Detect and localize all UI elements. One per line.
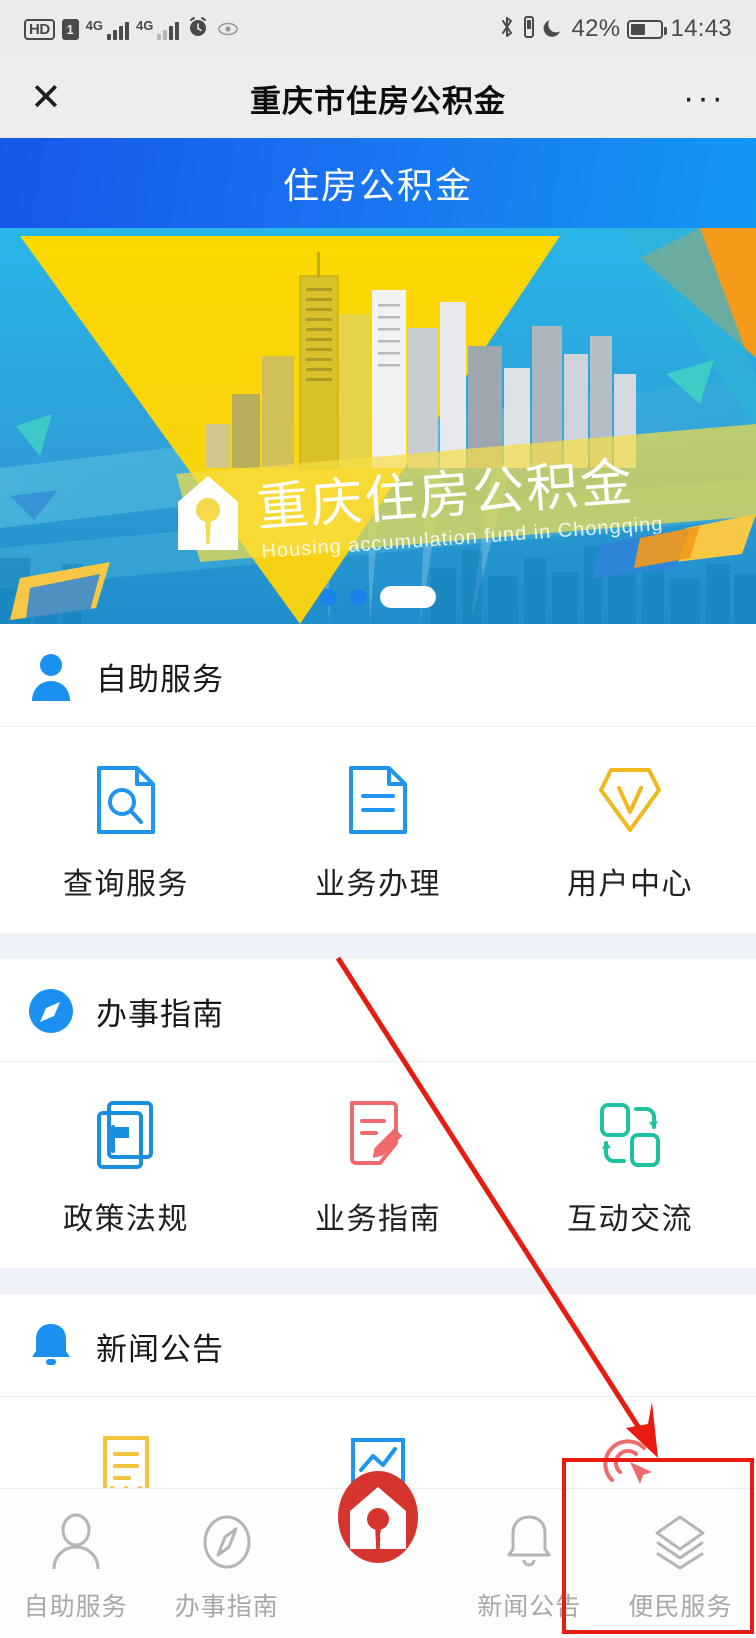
signal-1-icon: 4G xyxy=(85,18,130,40)
tile-label: 业务指南 xyxy=(315,1203,441,1236)
close-icon[interactable]: ✕ xyxy=(30,79,62,117)
carousel-dot-3-active[interactable] xyxy=(380,586,436,608)
tab-self-service[interactable]: 自助服务 xyxy=(0,1507,151,1623)
more-options-icon[interactable]: ··· xyxy=(683,81,726,115)
tile-label: 查询服务 xyxy=(63,868,189,901)
house-key-logo-icon xyxy=(324,1463,432,1571)
bell-icon xyxy=(28,1320,74,1372)
page-title: 重庆市住房公积金 xyxy=(250,83,506,119)
status-bar: HD 1 4G 4G 42% 14:43 xyxy=(0,0,756,58)
tab-news[interactable]: 新闻公告 xyxy=(454,1507,605,1623)
bluetooth-icon xyxy=(499,15,515,43)
bottom-tab-bar: 自助服务 办事指南 新闻公告 便民服务 xyxy=(0,1471,756,1638)
tab-label: 办事指南 xyxy=(174,1593,279,1621)
tab-label: 自助服务 xyxy=(23,1593,128,1621)
section-header-guide[interactable]: 办事指南 xyxy=(0,959,756,1062)
document-pen-icon xyxy=(339,1096,417,1174)
hd-icon: HD xyxy=(24,18,55,40)
tile-row-self-service: 查询服务 业务办理 用户中心 xyxy=(0,727,756,933)
battery-percent-label: 42% xyxy=(571,15,621,42)
carousel-dots[interactable] xyxy=(0,586,756,608)
section-title: 办事指南 xyxy=(96,996,224,1032)
tab-home-logo[interactable] xyxy=(302,1463,453,1581)
tile-policy-regulations[interactable]: 政策法规 xyxy=(0,1096,252,1238)
layers-stack-icon xyxy=(649,1507,711,1577)
battery-icon xyxy=(627,19,668,39)
tab-label: 新闻公告 xyxy=(477,1593,582,1621)
app-screen: HD 1 4G 4G 42% 14:43 ✕ 重庆市住房公积金 ··· 住房公积… xyxy=(0,0,756,1638)
policy-flag-book-icon xyxy=(87,1096,165,1174)
tile-query-service[interactable]: 查询服务 xyxy=(0,761,252,903)
exchange-squares-icon xyxy=(591,1096,669,1174)
person-icon xyxy=(28,650,74,702)
tab-label: 便民服务 xyxy=(628,1593,733,1621)
title-bar: ✕ 重庆市住房公积金 ··· xyxy=(0,58,756,138)
bell-outline-icon xyxy=(498,1507,560,1577)
tab-guide[interactable]: 办事指南 xyxy=(151,1507,302,1623)
document-lines-icon xyxy=(339,761,417,839)
do-not-disturb-moon-icon xyxy=(543,15,565,43)
section-title: 新闻公告 xyxy=(96,1331,224,1367)
tile-business-handling[interactable]: 业务办理 xyxy=(252,761,504,903)
section-divider xyxy=(0,1268,756,1294)
status-bar-left: HD 1 4G 4G xyxy=(24,15,239,43)
network-type-1-label: 4G xyxy=(85,18,104,33)
compass-icon xyxy=(28,985,74,1037)
tab-convenience-service[interactable]: 便民服务 xyxy=(605,1507,756,1623)
tile-interaction[interactable]: 互动交流 xyxy=(504,1096,756,1238)
clock-label: 14:43 xyxy=(670,15,732,42)
sim-card-icon: 1 xyxy=(61,18,79,40)
tile-label: 业务办理 xyxy=(315,868,441,901)
hero-carousel[interactable]: 重庆住房公积金 Housing accumulation fund in Cho… xyxy=(0,228,756,624)
tile-label: 政策法规 xyxy=(63,1203,189,1236)
compass-outline-icon xyxy=(196,1507,258,1577)
status-bar-right: 42% 14:43 xyxy=(499,15,733,43)
tile-business-guide[interactable]: 业务指南 xyxy=(252,1096,504,1238)
section-header-news[interactable]: 新闻公告 xyxy=(0,1294,756,1397)
hero-image: 重庆住房公积金 Housing accumulation fund in Cho… xyxy=(0,228,756,624)
app-banner: 住房公积金 xyxy=(0,138,756,228)
carousel-dot-1[interactable] xyxy=(320,588,337,606)
person-outline-icon xyxy=(45,1507,107,1577)
section-guide: 办事指南 政策法规 业务指南 互动交流 xyxy=(0,959,756,1268)
section-divider xyxy=(0,933,756,959)
section-self-service: 自助服务 查询服务 业务办理 用户中心 xyxy=(0,624,756,933)
tile-row-guide: 政策法规 业务指南 互动交流 xyxy=(0,1062,756,1268)
tile-label: 用户中心 xyxy=(567,868,693,901)
eye-care-icon xyxy=(217,19,239,40)
network-type-2-label: 4G xyxy=(136,18,154,33)
signal-2-icon: 4G xyxy=(136,18,180,40)
tile-label: 互动交流 xyxy=(567,1203,693,1236)
tile-user-center[interactable]: 用户中心 xyxy=(504,761,756,903)
section-title: 自助服务 xyxy=(96,661,224,697)
diamond-v-icon xyxy=(591,761,669,839)
vibrate-icon xyxy=(522,15,536,43)
document-search-icon xyxy=(87,761,165,839)
alarm-clock-icon xyxy=(186,15,210,43)
carousel-dot-2[interactable] xyxy=(350,588,367,606)
app-banner-title: 住房公积金 xyxy=(282,165,473,206)
section-header-self-service[interactable]: 自助服务 xyxy=(0,624,756,727)
